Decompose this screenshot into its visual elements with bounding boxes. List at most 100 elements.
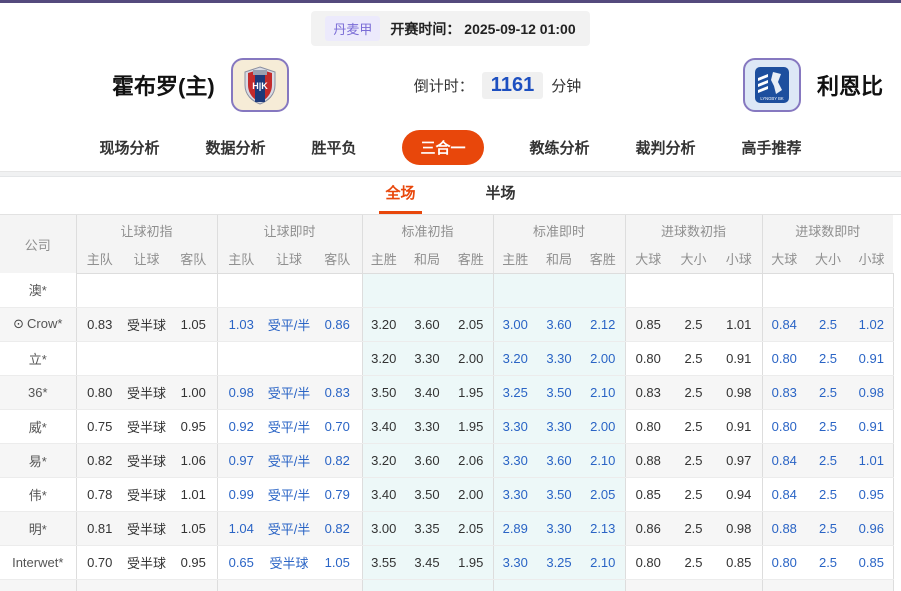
odds-cell: 0.92 xyxy=(216,409,265,444)
table-row: 伟* 0.78 受半球 1.01 0.99 受平/半 0.79 3.40 3.50 2.00 3.3… xyxy=(0,477,901,512)
odds-cell xyxy=(671,273,716,308)
svg-text:LYNGBY BK: LYNGBY BK xyxy=(760,96,784,101)
page: 丹麦甲 开赛时间： 2025-09-12 01:00 霍布罗(主) H|K 倒计… xyxy=(0,0,901,591)
odds-cell: 0.80 xyxy=(761,409,807,444)
odds-cell xyxy=(761,579,807,591)
odds-cell: 3.30 xyxy=(492,409,537,444)
filler xyxy=(893,215,901,273)
table-row: 立* 3.20 3.30 2.00 3.20 3.30 2.00 0.80 2.5 0.91 0.8… xyxy=(0,341,901,376)
odds-cell xyxy=(170,273,217,308)
odds-cell: 3.45 xyxy=(405,545,449,580)
odds-cell xyxy=(449,579,493,591)
odds-cell: 1.00 xyxy=(170,375,217,410)
odds-cell: 3.40 xyxy=(361,477,405,512)
odds-cell xyxy=(313,579,362,591)
odds-table-head: 公司 让球初指 让球即时 标准初指 标准即时 进球数初指 进球数即时 主队 让球 客队 主队 让球 客队… xyxy=(0,215,901,274)
odds-cell: 0.84 xyxy=(761,443,807,478)
odds-cell xyxy=(75,273,123,308)
odds-cell: 0.84 xyxy=(761,307,807,342)
odds-cell: 2.12 xyxy=(581,307,625,342)
nav-tab[interactable]: 高手推荐 xyxy=(742,130,802,165)
nav-tab[interactable]: 现场分析 xyxy=(99,130,159,165)
odds-cell: 3.30 xyxy=(492,443,537,478)
odds-cell: 2.10 xyxy=(581,375,625,410)
table-row: 36* 0.80 受半球 1.00 0.98 受平/半 0.83 3.50 3.40 1.95 3.… xyxy=(0,375,901,410)
odds-cell xyxy=(123,273,170,308)
company-column-header: 公司 xyxy=(0,215,77,273)
odds-cell: 2.5 xyxy=(671,307,716,342)
odds-cell: 3.60 xyxy=(537,443,581,478)
away-crest-icon: LYNGBY BK xyxy=(754,67,789,103)
odds-cell xyxy=(624,273,671,308)
odds-cell xyxy=(492,273,537,308)
nav-tab[interactable]: 裁判分析 xyxy=(636,130,696,165)
odds-cell: 0.98 xyxy=(716,375,763,410)
odds-cell: 1.04 xyxy=(216,511,265,546)
odds-cell: 0.80 xyxy=(624,409,671,444)
countdown-value: 1161 xyxy=(481,71,544,99)
subtab[interactable]: 全场 xyxy=(379,176,422,214)
column-group-header: 进球数即时 xyxy=(761,215,894,245)
odds-cell xyxy=(624,579,671,591)
odds-cell: 0.81 xyxy=(75,511,123,546)
odds-cell: 0.98 xyxy=(850,375,894,410)
home-team: 霍布罗(主) H|K xyxy=(112,58,414,112)
odds-cell: 3.30 xyxy=(537,341,581,376)
column-subheader: 主队 xyxy=(216,245,265,274)
filler xyxy=(893,307,901,341)
table-row: ⊙ Crow* 0.83 受半球 1.05 1.03 受平/半 0.86 3.20 3.60 2.0… xyxy=(0,307,901,342)
table-row: 明* 0.81 受半球 1.05 1.04 受平/半 0.82 3.00 3.35 2.05 2.8… xyxy=(0,511,901,546)
odds-cell xyxy=(313,273,362,308)
odds-cell: 受平/半 xyxy=(265,443,313,478)
odds-cell xyxy=(850,579,894,591)
column-subheader: 客胜 xyxy=(581,245,625,274)
odds-cell: 受平/半 xyxy=(265,375,313,410)
subtab[interactable]: 半场 xyxy=(480,176,522,214)
company-cell: 伟* xyxy=(0,477,77,512)
nav-tab[interactable]: 三合一 xyxy=(402,130,484,165)
odds-cell: 3.50 xyxy=(537,375,581,410)
company-cell: 立* xyxy=(0,341,77,376)
column-group-header: 标准初指 xyxy=(361,215,493,245)
ball-icon: ⊙ xyxy=(13,316,24,331)
odds-cell xyxy=(716,273,763,308)
odds-cell: 3.25 xyxy=(537,545,581,580)
nav-tab[interactable]: 胜平负 xyxy=(311,130,356,165)
odds-cell: 0.85 xyxy=(850,545,894,580)
nav-tab[interactable]: 数据分析 xyxy=(205,130,265,165)
nav-tab[interactable]: 教练分析 xyxy=(530,130,590,165)
league-badge[interactable]: 丹麦甲 xyxy=(325,16,381,41)
filler xyxy=(893,511,901,545)
odds-cell xyxy=(170,341,217,376)
odds-cell: 3.00 xyxy=(361,511,405,546)
odds-cell: 2.5 xyxy=(806,443,851,478)
odds-cell: 0.70 xyxy=(75,545,123,580)
odds-cell: 0.98 xyxy=(216,375,265,410)
odds-cell: 2.5 xyxy=(806,307,851,342)
odds-cell: 2.06 xyxy=(449,443,493,478)
home-team-logo: H|K xyxy=(230,58,289,112)
odds-cell: 3.30 xyxy=(492,477,537,512)
column-subheader: 小球 xyxy=(716,245,763,274)
company-cell: 明* xyxy=(0,511,77,546)
odds-cell xyxy=(581,579,625,591)
match-info-bar: 丹麦甲 开赛时间： 2025-09-12 01:00 xyxy=(311,11,590,46)
away-team: LYNGBY BK 利恩比 xyxy=(742,58,883,112)
odds-cell xyxy=(361,579,405,591)
odds-cell xyxy=(405,273,449,308)
odds-cell: 0.97 xyxy=(216,443,265,478)
kickoff-time: 开赛时间： 2025-09-12 01:00 xyxy=(390,19,575,39)
odds-cell: 0.85 xyxy=(624,477,671,512)
odds-table: 公司 让球初指 让球即时 标准初指 标准即时 进球数初指 进球数即时 主队 让球 客队 主队 让球 客队… xyxy=(0,215,901,591)
odds-cell xyxy=(671,579,716,591)
odds-cell: 0.88 xyxy=(624,443,671,478)
odds-cell: 0.95 xyxy=(850,477,894,512)
company-cell xyxy=(0,579,77,591)
odds-cell: 0.80 xyxy=(75,375,123,410)
odds-cell xyxy=(216,579,265,591)
odds-cell xyxy=(123,341,170,376)
odds-cell: 3.55 xyxy=(361,545,405,580)
odds-cell: 3.40 xyxy=(361,409,405,444)
filler xyxy=(893,341,901,375)
nav-tabs: 现场分析 数据分析 胜平负 三合一 教练分析 裁判分析 高手推荐 xyxy=(0,124,901,172)
